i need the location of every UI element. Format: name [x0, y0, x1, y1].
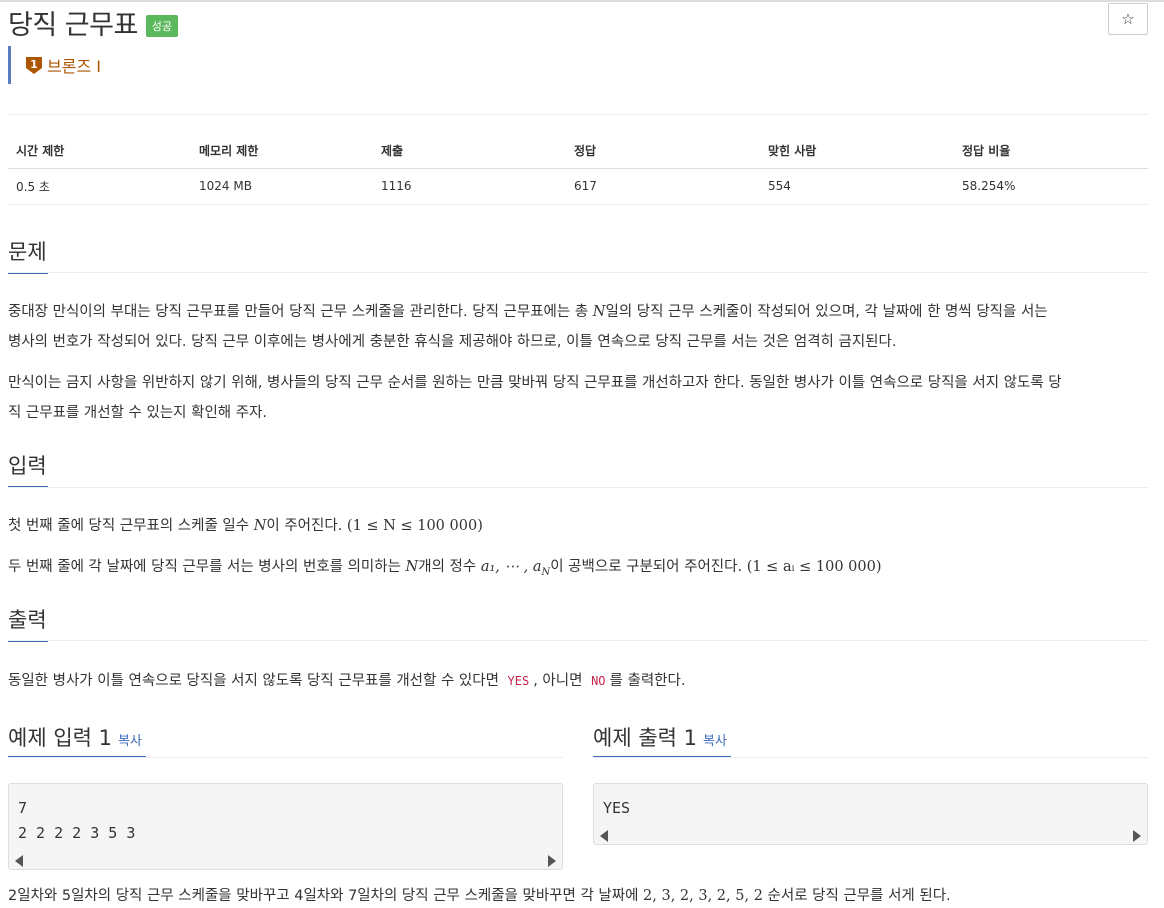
info-header-row: 시간 제한 메모리 제한 제출 정답 맞힌 사람 정답 비율	[8, 134, 1148, 169]
divider	[8, 114, 1148, 115]
input-line-2: 두 번째 줄에 각 날짜에 당직 근무를 서는 병사의 번호를 의미하는 N개의…	[8, 552, 1148, 588]
header-ratio: 정답 비율	[954, 134, 1148, 169]
value-memory-limit: 1024 MB	[191, 168, 373, 205]
horizontal-scrollbar[interactable]	[597, 828, 1144, 842]
copy-input-button[interactable]: 복사	[118, 734, 142, 749]
example-output-title: 예제 출력 1	[593, 726, 697, 750]
example-input-box[interactable]: 7 2 2 2 2 3 5 3	[8, 783, 563, 870]
value-solvers: 554	[760, 168, 954, 205]
example-output-box[interactable]: YES	[593, 783, 1148, 845]
math-constraint-n: (1 ≤ N ≤ 100 000)	[346, 518, 483, 534]
horizontal-scrollbar[interactable]	[12, 853, 559, 867]
page-title: 당직 근무표	[8, 10, 138, 41]
code-yes: YES	[507, 674, 530, 688]
problem-line-3: 만식이는 금지 사항을 위반하지 않기 위해, 병사들의 당직 근무 순서를 원…	[8, 375, 1062, 391]
example-divider	[593, 757, 1148, 758]
copy-output-button[interactable]: 복사	[703, 734, 727, 749]
input-line-1: 첫 번째 줄에 당직 근무표의 스케줄 일수 N이 주어진다. (1 ≤ N ≤…	[8, 511, 1148, 541]
text-segment: 중대장 만식이의 부대는 당직 근무표를 만들어 당직 근무 스케줄을 관리한다…	[8, 304, 593, 320]
text-segment: 순서로 당직 근무를 서게 된다.	[762, 888, 951, 904]
text-segment: 첫 번째 줄에 당직 근무표의 스케줄 일수	[8, 518, 254, 534]
math-var-n: N	[592, 304, 606, 320]
text-segment: 개의 정수	[418, 559, 481, 575]
scroll-right-icon[interactable]	[548, 855, 556, 867]
tier-label[interactable]: 브론즈 I	[47, 53, 101, 77]
header-memory-limit: 메모리 제한	[191, 134, 373, 169]
output-section-heading: 출력	[8, 604, 48, 642]
math-var-n: N	[253, 518, 267, 534]
output-line: 동일한 병사가 이틀 연속으로 당직을 서지 않도록 당직 근무표를 개선할 수…	[8, 666, 1148, 696]
favorite-star-button[interactable]: ☆	[1108, 3, 1148, 35]
text-segment: 동일한 병사가 이틀 연속으로 당직을 서지 않도록 당직 근무표를 개선할 수…	[8, 673, 499, 689]
math-sequence: 2, 3, 2, 3, 2, 5, 2	[643, 888, 763, 904]
value-accepted: 617	[566, 168, 760, 205]
section-divider	[8, 487, 1148, 488]
math-var-n: N	[405, 559, 419, 575]
star-icon: ☆	[1121, 10, 1135, 28]
text-segment: 를 출력한다.	[609, 673, 686, 689]
problem-line-2: 병사의 번호가 작성되어 있다. 당직 근무 이후에는 병사에게 충분한 휴식을…	[8, 334, 897, 350]
problem-section-heading: 문제	[8, 236, 48, 274]
code-no: NO	[591, 674, 606, 688]
tier-icon-number: 1	[30, 58, 38, 71]
value-submissions: 1116	[373, 168, 566, 205]
value-ratio: 58.254%	[954, 168, 1148, 205]
top-border	[0, 0, 1164, 2]
problem-paragraph-1: 중대장 만식이의 부대는 당직 근무표를 만들어 당직 근무 스케줄을 관리한다…	[8, 297, 1148, 357]
example-input-heading: 예제 입력 1 복사	[8, 722, 142, 752]
text-segment: 이 공백으로 구분되어 주어진다.	[550, 559, 747, 575]
problem-line-1: 중대장 만식이의 부대는 당직 근무표를 만들어 당직 근무 스케줄을 관리한다…	[8, 297, 1148, 327]
scroll-left-icon[interactable]	[15, 855, 23, 867]
output-heading-text: 출력	[8, 608, 47, 632]
bronze-tier-icon: 1	[26, 57, 42, 74]
text-segment: 이 주어진다.	[266, 518, 347, 534]
value-time-limit: 0.5 초	[8, 168, 191, 205]
title-row: 당직 근무표 성공	[8, 3, 179, 42]
header-solvers: 맞힌 사람	[760, 134, 954, 169]
info-value-row: 0.5 초 1024 MB 1116 617 554 58.254%	[8, 168, 1148, 205]
status-badge: 성공	[145, 14, 179, 37]
example-input-title: 예제 입력 1	[8, 726, 112, 750]
input-heading-text: 입력	[8, 454, 47, 478]
scroll-right-icon[interactable]	[1133, 830, 1141, 842]
text-segment: 일의 당직 근무 스케줄이 작성되어 있으며, 각 날짜에 한 명씩 당직을 서…	[605, 304, 1048, 320]
header-submissions: 제출	[373, 134, 566, 169]
example-output-text: YES	[603, 799, 631, 817]
example-input-text: 7 2 2 2 2 3 5 3	[18, 799, 136, 842]
problem-info-table: 시간 제한 메모리 제한 제출 정답 맞힌 사람 정답 비율 0.5 초 102…	[8, 134, 1148, 205]
header-accepted: 정답	[566, 134, 760, 169]
math-sequence: a₁, ⋯ , a	[480, 559, 542, 575]
input-section-heading: 입력	[8, 450, 48, 488]
example-divider	[8, 757, 563, 758]
section-divider	[8, 640, 1148, 641]
example-note: 2일차와 5일차의 당직 근무 스케줄을 맞바꾸고 4일차와 7일차의 당직 근…	[8, 881, 1148, 908]
problem-line-4: 직 근무표를 개선할 수 있는지 확인해 주자.	[8, 405, 268, 421]
math-subscript-n: N	[541, 566, 551, 578]
section-divider	[8, 272, 1148, 273]
text-segment: 두 번째 줄에 각 날짜에 당직 근무를 서는 병사의 번호를 의미하는	[8, 559, 406, 575]
text-segment: 2일차와 5일차의 당직 근무 스케줄을 맞바꾸고 4일차와 7일차의 당직 근…	[8, 888, 644, 904]
problem-paragraph-2: 만식이는 금지 사항을 위반하지 않기 위해, 병사들의 당직 근무 순서를 원…	[8, 368, 1148, 428]
math-constraint-a: (1 ≤ aᵢ ≤ 100 000)	[746, 559, 882, 575]
example-output-heading: 예제 출력 1 복사	[593, 722, 727, 752]
tier-box: 1 브론즈 I	[8, 46, 101, 84]
scroll-left-icon[interactable]	[600, 830, 608, 842]
header-time-limit: 시간 제한	[8, 134, 191, 169]
problem-heading-text: 문제	[8, 240, 47, 264]
text-segment: , 아니면	[533, 673, 583, 689]
